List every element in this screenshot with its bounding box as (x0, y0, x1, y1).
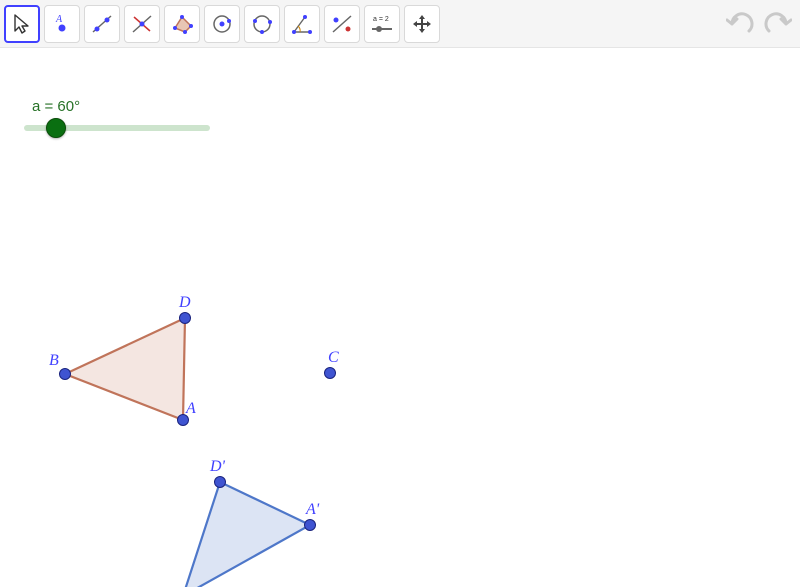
tool-conic[interactable] (244, 5, 280, 43)
redo-button[interactable] (760, 7, 794, 41)
line-icon (90, 12, 114, 36)
point-A[interactable] (178, 415, 189, 426)
point-D-prime (215, 477, 226, 488)
triangle-abd-image[interactable] (183, 482, 310, 587)
tool-transform[interactable] (324, 5, 360, 43)
undo-button[interactable] (724, 7, 758, 41)
geometry-canvas (0, 48, 800, 587)
point-icon: A (50, 12, 74, 36)
tool-polygon[interactable] (164, 5, 200, 43)
undo-redo-group (724, 7, 794, 41)
circle-center-icon (210, 12, 234, 36)
slider-icon: a = 2 (368, 12, 396, 36)
perpendicular-icon (130, 12, 154, 36)
points-group (60, 313, 336, 531)
tool-perpendicular-line[interactable] (124, 5, 160, 43)
tool-line[interactable] (84, 5, 120, 43)
tool-point[interactable]: A (44, 5, 80, 43)
toolbar: A (0, 0, 800, 48)
polygon-icon (170, 12, 194, 36)
point-A-prime (305, 520, 316, 531)
undo-icon (726, 11, 756, 37)
triangle-abd[interactable] (65, 318, 185, 420)
svg-text:A: A (55, 14, 63, 25)
redo-icon (762, 11, 792, 37)
conic-icon (250, 12, 274, 36)
move-arrows-icon (410, 12, 434, 36)
tool-circle[interactable] (204, 5, 240, 43)
tool-move[interactable] (4, 5, 40, 43)
tool-move-view[interactable] (404, 5, 440, 43)
point-C[interactable] (325, 368, 336, 379)
angle-icon (290, 12, 314, 36)
point-B[interactable] (60, 369, 71, 380)
tool-slider[interactable]: a = 2 (364, 5, 400, 43)
point-D[interactable] (180, 313, 191, 324)
reflect-icon (330, 12, 354, 36)
tool-angle[interactable] (284, 5, 320, 43)
svg-text:a = 2: a = 2 (373, 16, 389, 23)
graphics-view[interactable]: a = 60° D B A C D' A' (0, 48, 800, 587)
arrow-cursor-icon (10, 12, 34, 36)
